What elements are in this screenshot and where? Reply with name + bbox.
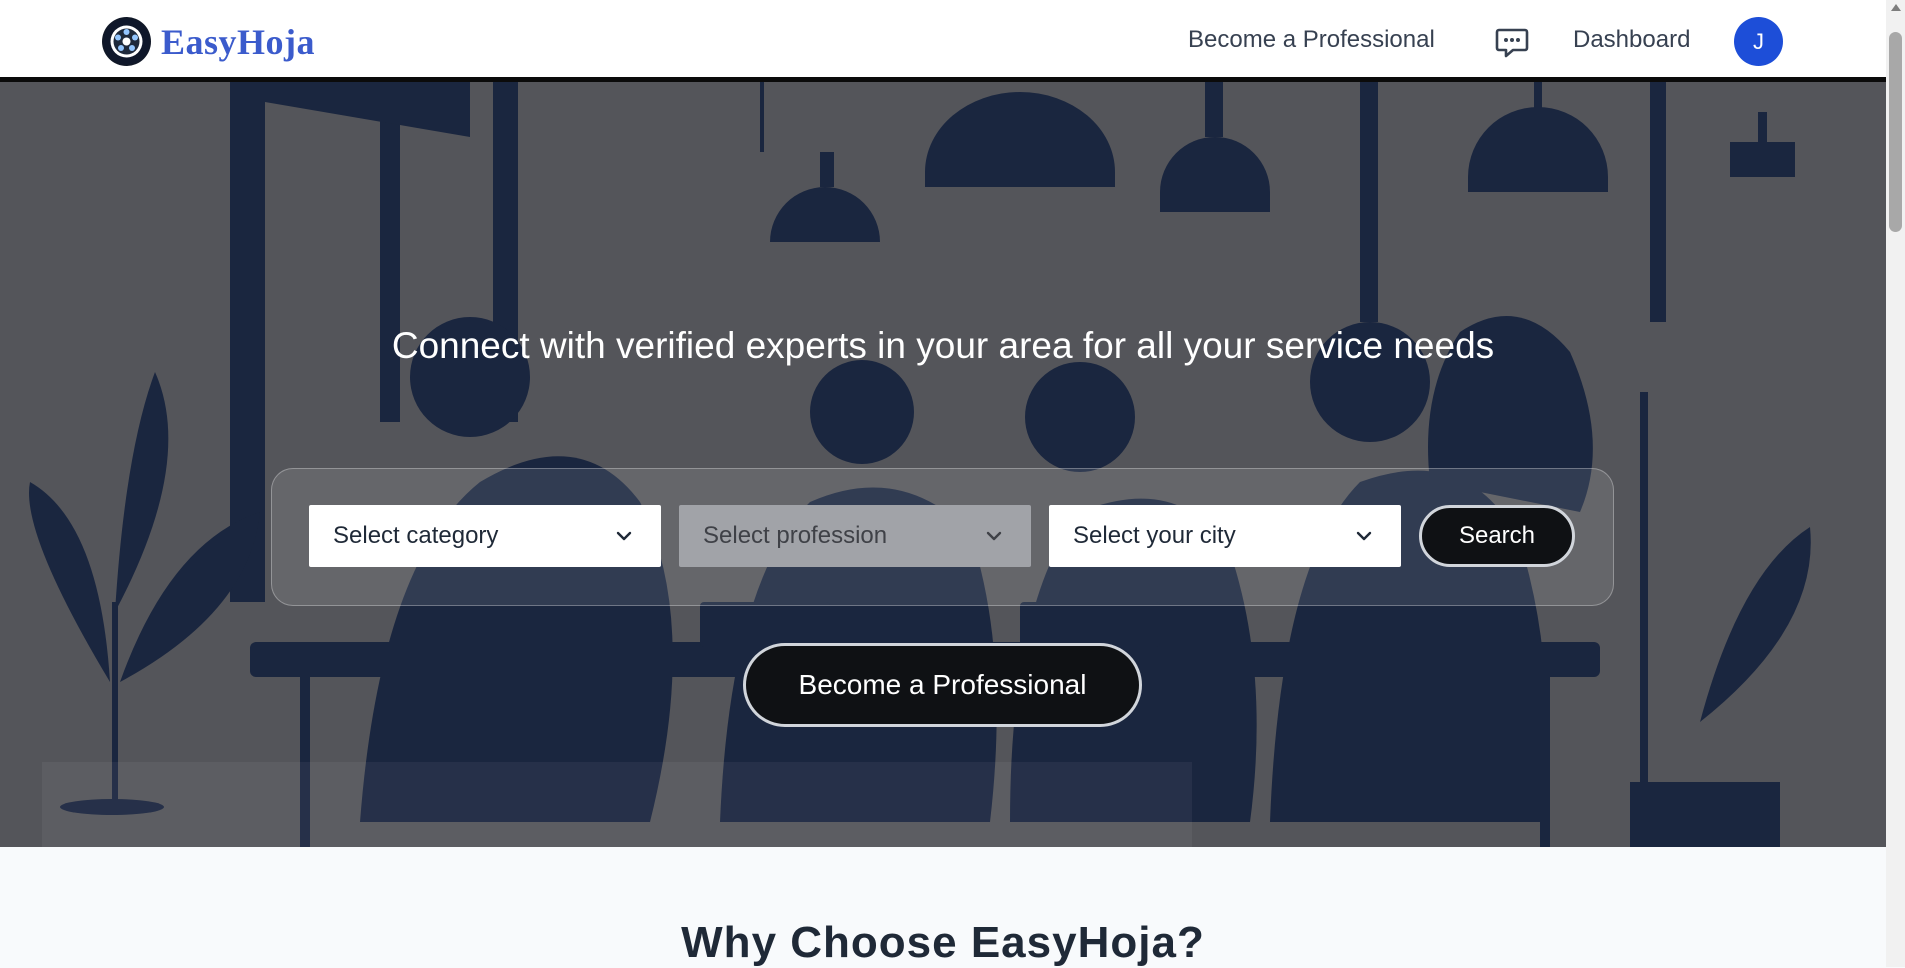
logo-wheel-icon <box>102 17 151 66</box>
hero-dim-overlay <box>0 82 1886 847</box>
nav-dashboard-link[interactable]: Dashboard <box>1573 26 1690 54</box>
city-select[interactable]: Select your city <box>1049 505 1401 567</box>
why-choose-heading: Why Choose EasyHoja? <box>681 918 1205 967</box>
scroll-up-arrow-icon[interactable] <box>1891 4 1901 11</box>
category-select-label: Select category <box>333 522 499 549</box>
city-select-label: Select your city <box>1073 522 1236 549</box>
nav-become-professional-link[interactable]: Become a Professional <box>1188 26 1435 54</box>
search-panel: Select category Select profession Select… <box>271 468 1614 606</box>
profession-select-label: Select profession <box>703 522 888 549</box>
chevron-down-icon <box>1356 531 1372 541</box>
scrollbar-thumb[interactable] <box>1889 32 1902 232</box>
become-professional-button[interactable]: Become a Professional <box>743 643 1142 727</box>
page-scrollbar[interactable] <box>1886 0 1905 967</box>
chevron-down-icon <box>986 531 1002 541</box>
hero-title: Connect with verified experts in your ar… <box>391 325 1495 366</box>
top-navbar: EasyHoja Become a Professional Dashboard… <box>0 0 1886 82</box>
user-avatar[interactable]: J <box>1734 17 1783 66</box>
chevron-down-icon <box>616 531 632 541</box>
brand-name: EasyHoja <box>161 21 316 62</box>
chat-icon[interactable] <box>1494 24 1530 60</box>
profession-select[interactable]: Select profession <box>679 505 1031 567</box>
category-select[interactable]: Select category <box>309 505 661 567</box>
brand-logo[interactable]: EasyHoja <box>102 17 315 66</box>
hero-section: Connect with verified experts in your ar… <box>0 82 1886 847</box>
search-button[interactable]: Search <box>1419 505 1575 567</box>
